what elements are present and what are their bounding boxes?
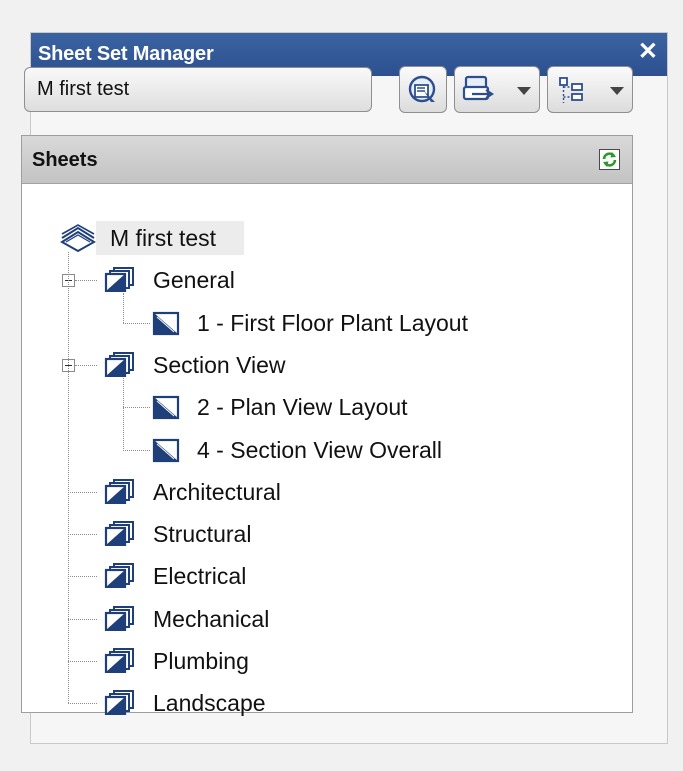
subset-electrical[interactable]: Electrical: [153, 563, 246, 590]
tree-connector: [68, 618, 97, 620]
sheet-icon: [152, 394, 182, 425]
view-options-icon: [559, 77, 583, 103]
sheet-set-icon: [58, 224, 98, 257]
tree-connector: [123, 407, 150, 409]
panel-title: Sheet Set Manager: [38, 43, 214, 65]
refresh-icon[interactable]: [599, 149, 620, 170]
tree-connector: [123, 377, 124, 450]
subset-icon: [103, 266, 137, 297]
chevron-down-icon: [517, 87, 531, 95]
subset-structural[interactable]: Structural: [153, 521, 251, 548]
tree-connector: [68, 534, 97, 536]
subset-general[interactable]: General: [153, 267, 235, 294]
subset-architectural[interactable]: Architectural: [153, 479, 281, 506]
sheets-tab-header: Sheets: [22, 136, 632, 184]
sheet-set-dropdown[interactable]: M first test: [24, 67, 372, 112]
sheet-4-section-view-overall[interactable]: 4 - Section View Overall: [197, 437, 442, 464]
sheet-icon: [152, 310, 182, 341]
transmit-dropdown-button[interactable]: [454, 66, 540, 113]
sheet-2-plan-view-layout[interactable]: 2 - Plan View Layout: [197, 394, 408, 421]
tree-root-label[interactable]: M first test: [110, 225, 216, 252]
subset-landscape[interactable]: Landscape: [153, 690, 266, 717]
sheet-1-first-floor-plant-layout[interactable]: 1 - First Floor Plant Layout: [197, 310, 468, 337]
tree-connector: [123, 293, 124, 323]
subset-plumbing[interactable]: Plumbing: [153, 648, 249, 675]
subset-mechanical[interactable]: Mechanical: [153, 606, 269, 633]
tree-connector: [68, 576, 97, 578]
close-icon[interactable]: ✕: [638, 40, 658, 64]
subset-icon: [103, 689, 137, 720]
subset-section-view[interactable]: Section View: [153, 352, 286, 379]
tree-connector: [75, 364, 97, 366]
publish-button[interactable]: [399, 66, 447, 113]
subset-icon: [103, 520, 137, 551]
tree-connector: [123, 322, 150, 324]
subset-icon: [103, 647, 137, 678]
tree-connector: [68, 703, 97, 705]
tree-connector: [68, 252, 69, 704]
transmit-icon: [462, 75, 494, 101]
tree-connector: [68, 661, 97, 662]
subset-icon: [103, 562, 137, 593]
view-options-dropdown-button[interactable]: [547, 66, 633, 113]
sheets-tab-label: Sheets: [32, 149, 98, 171]
publish-icon: [408, 75, 436, 103]
tree-connector: [68, 491, 97, 493]
subset-icon: [103, 478, 137, 509]
tree-connector: [75, 280, 97, 282]
chevron-down-icon: [610, 87, 624, 95]
subset-icon: [103, 605, 137, 636]
tree-connector: [123, 449, 150, 451]
subset-icon: [103, 351, 137, 382]
sheet-icon: [152, 437, 182, 468]
